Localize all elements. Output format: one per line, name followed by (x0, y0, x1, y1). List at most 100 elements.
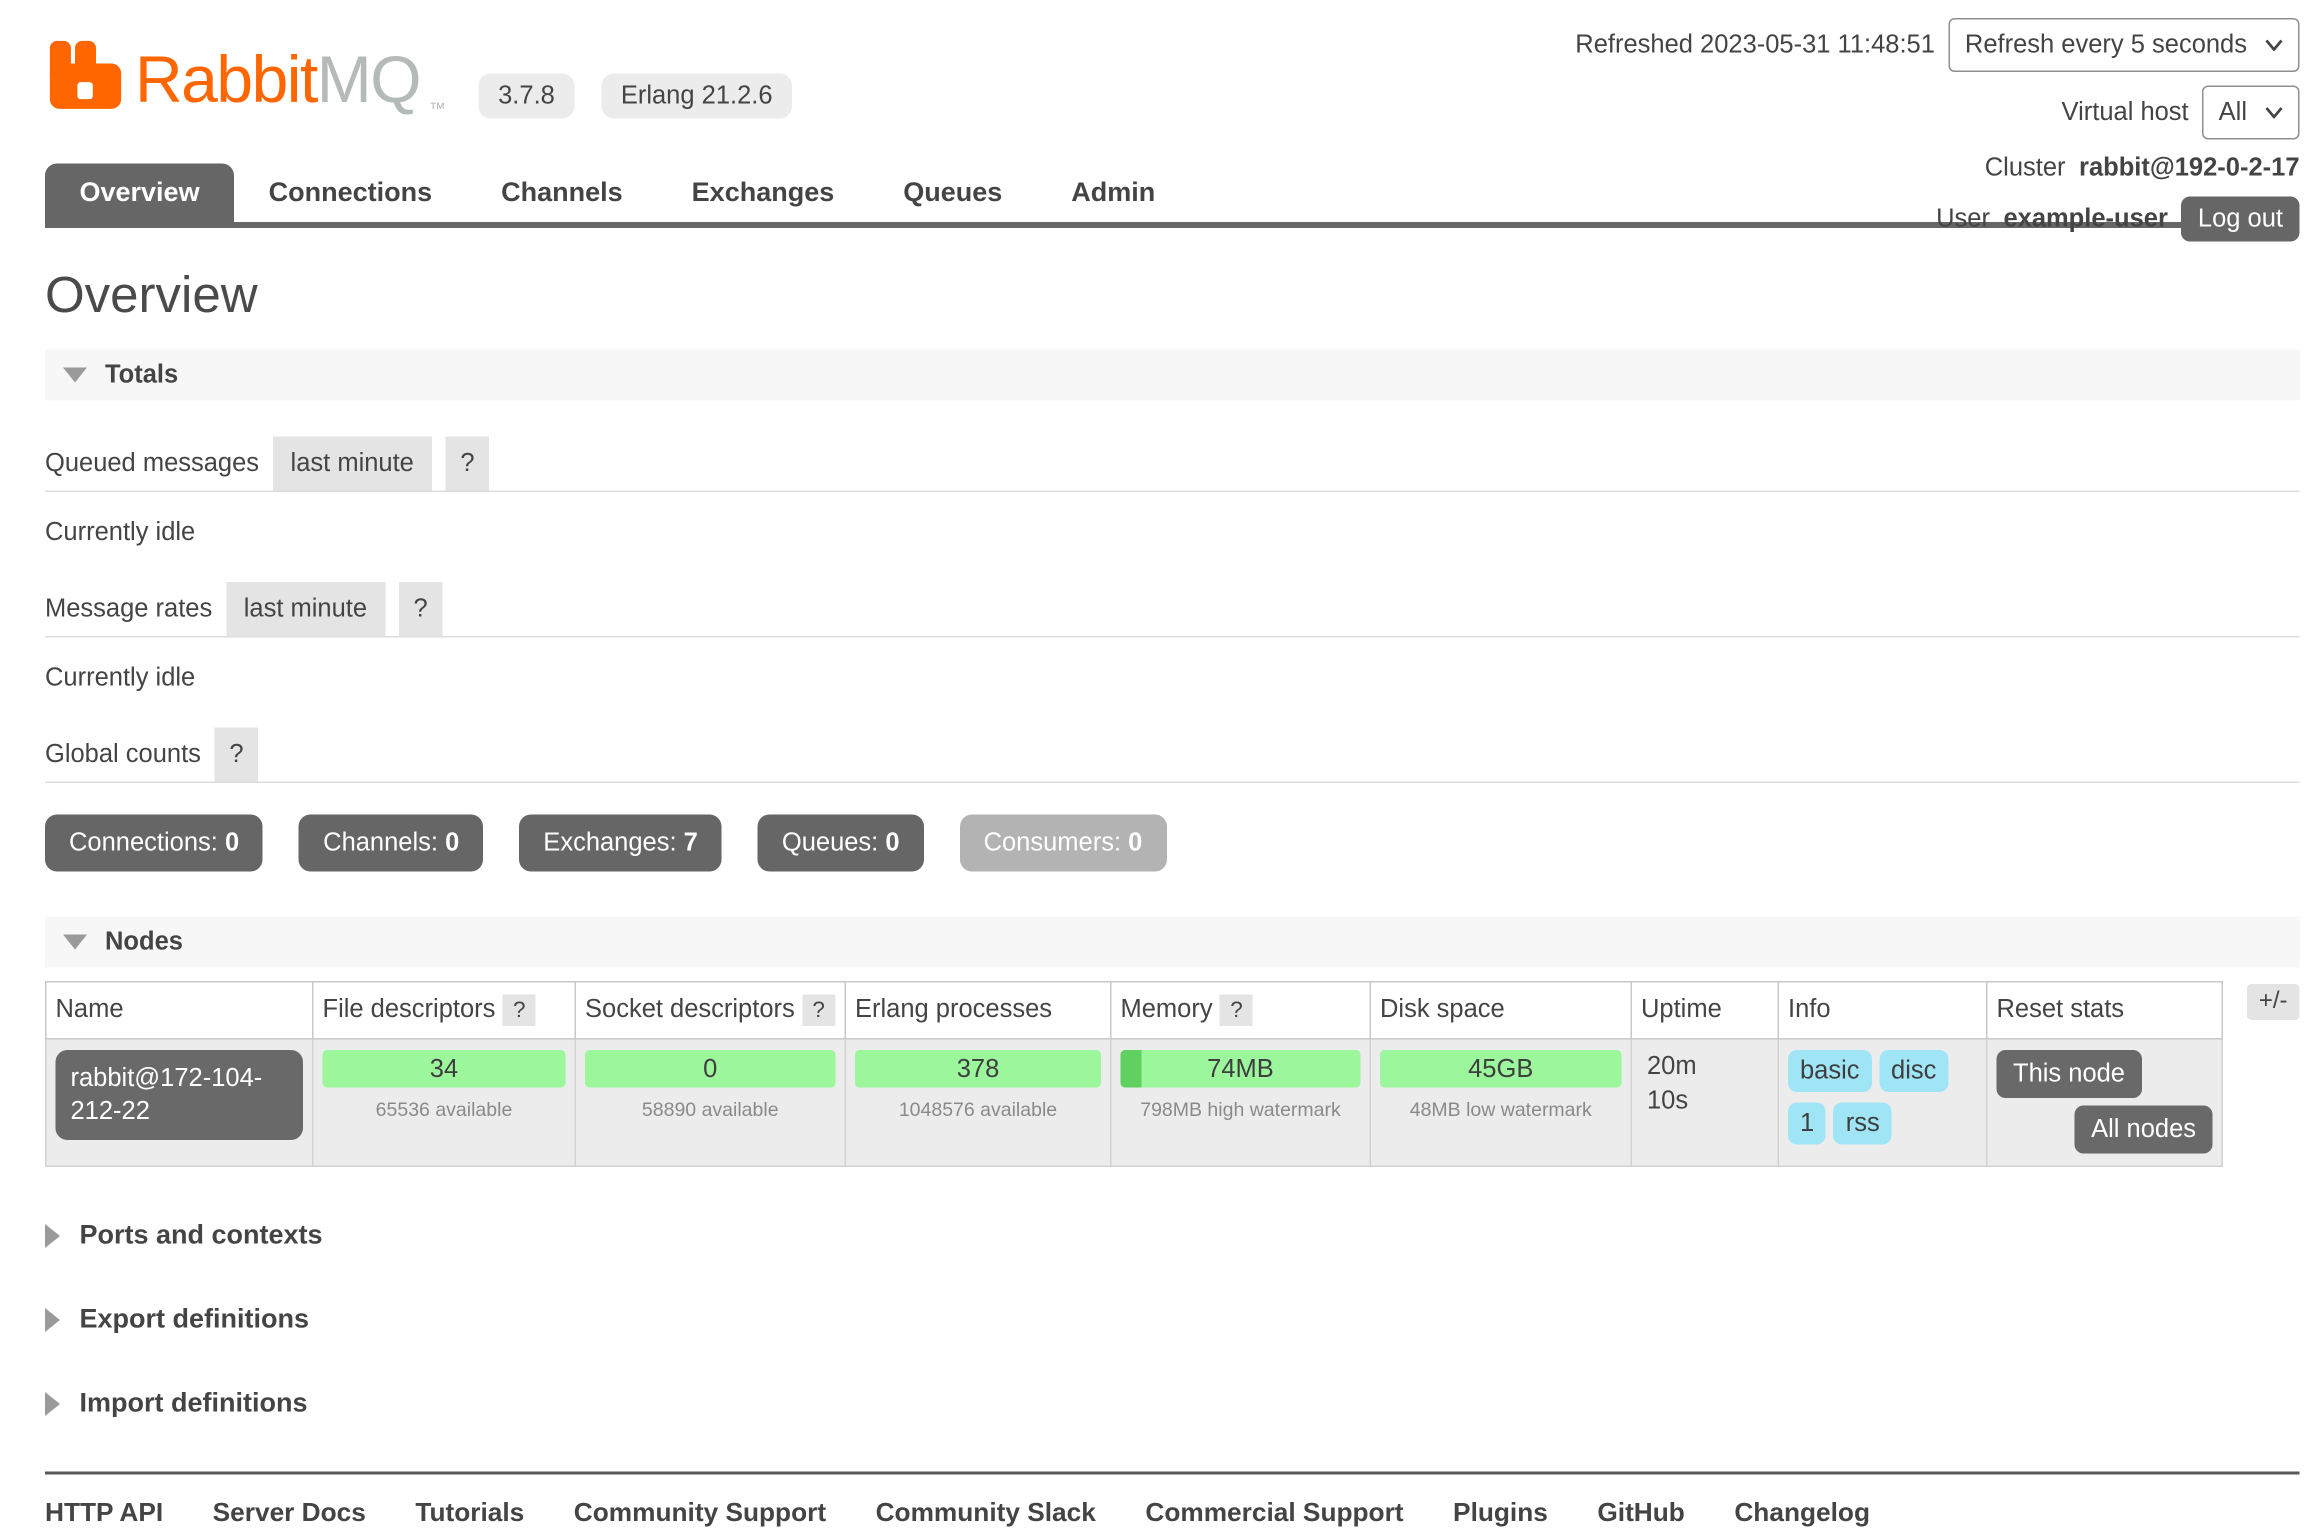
chevron-down-icon (2265, 39, 2283, 51)
disk-space-cell: 45GB 48MB low watermark (1370, 1039, 1631, 1167)
exchanges-count-badge: Exchanges: 7 (519, 815, 722, 872)
refresh-interval-select[interactable]: Refresh every 5 seconds (1948, 18, 2299, 72)
cluster-row: Cluster rabbit@192-0-2-17 (1985, 153, 2300, 183)
disk-space-detail: 48MB low watermark (1380, 1098, 1622, 1121)
file-descriptors-cell: 34 65536 available (313, 1039, 576, 1167)
col-memory: Memory ? (1111, 982, 1371, 1039)
uptime-cell: 20m10s (1631, 1039, 1778, 1167)
help-button[interactable]: ? (503, 995, 537, 1027)
col-reset-stats: Reset stats (1987, 982, 2223, 1039)
footer-link-tutorials[interactable]: Tutorials (415, 1497, 524, 1529)
tab-connections[interactable]: Connections (234, 164, 467, 223)
reset-this-node-button[interactable]: This node (1997, 1050, 2142, 1098)
queued-messages-window-tab[interactable]: last minute (273, 437, 432, 491)
help-button[interactable]: ? (399, 582, 443, 636)
info-badge-rss[interactable]: rss (1834, 1103, 1892, 1145)
rabbitmq-logo-icon (45, 36, 126, 125)
reset-all-nodes-button[interactable]: All nodes (2075, 1106, 2213, 1154)
rabbitmq-version-badge: 3.7.8 (479, 74, 575, 119)
triangle-down-icon (63, 935, 87, 950)
col-socket-descriptors: Socket descriptors ? (575, 982, 845, 1039)
memory-bar: 74MB (1121, 1050, 1361, 1088)
footer-link-plugins[interactable]: Plugins (1453, 1497, 1548, 1529)
footer-link-server-docs[interactable]: Server Docs (213, 1497, 366, 1529)
cluster-label: Cluster (1985, 153, 2066, 183)
help-button[interactable]: ? (802, 995, 836, 1027)
user-label: User (1936, 204, 1990, 234)
help-button[interactable]: ? (445, 437, 489, 491)
header-status-panel: Refreshed 2023-05-31 11:48:51 Refresh ev… (1575, 18, 2299, 242)
cluster-name: rabbit@192-0-2-17 (2079, 153, 2299, 183)
col-uptime: Uptime (1631, 982, 1778, 1039)
col-erlang-processes: Erlang processes (845, 982, 1111, 1039)
message-rates-label: Message rates (45, 582, 212, 636)
col-file-descriptors: File descriptors ? (313, 982, 576, 1039)
footer-link-github[interactable]: GitHub (1597, 1497, 1684, 1529)
import-definitions-section[interactable]: Import definitions (45, 1388, 2300, 1420)
memory-used-fill (1121, 1050, 1143, 1088)
virtual-host-select[interactable]: All (2202, 86, 2299, 140)
export-definitions-section[interactable]: Export definitions (45, 1304, 2300, 1336)
tab-exchanges[interactable]: Exchanges (657, 164, 869, 223)
rabbitmq-overview-page: RabbitMQ ™ 3.7.8 Erlang 21.2.6 Refreshed… (0, 0, 2320, 1373)
global-counts-header: Global counts ? (45, 728, 2300, 784)
file-descriptors-bar: 34 (323, 1050, 566, 1088)
node-row: rabbit@172-104-212-22 34 65536 available… (46, 1039, 2223, 1167)
col-info: Info (1778, 982, 1987, 1039)
triangle-right-icon (45, 1391, 60, 1415)
virtual-host-row: Virtual host All (2062, 86, 2300, 140)
column-toggle-button[interactable]: +/- (2247, 984, 2300, 1020)
reset-stats-cell: This node All nodes (1987, 1039, 2223, 1167)
queues-count-badge: Queues: 0 (758, 815, 924, 872)
footer-link-community-support[interactable]: Community Support (574, 1497, 826, 1529)
help-button[interactable]: ? (1220, 995, 1254, 1027)
user-row: User example-user Log out (1936, 197, 2299, 242)
message-rates-header: Message rates last minute ? (45, 582, 2300, 638)
page-header: RabbitMQ ™ 3.7.8 Erlang 21.2.6 Refreshed… (0, 0, 2320, 125)
info-badge-1[interactable]: 1 (1788, 1103, 1826, 1145)
footer-link-changelog[interactable]: Changelog (1734, 1497, 1870, 1529)
nodes-table: Name File descriptors ? Socket descripto… (45, 981, 2223, 1167)
info-cell: basicdisc 1rss (1778, 1039, 1987, 1167)
tab-overview[interactable]: Overview (45, 164, 234, 223)
erlang-processes-cell: 378 1048576 available (845, 1039, 1111, 1167)
tab-channels[interactable]: Channels (467, 164, 658, 223)
footer-link-community-slack[interactable]: Community Slack (876, 1497, 1096, 1529)
refresh-row: Refreshed 2023-05-31 11:48:51 Refresh ev… (1575, 18, 2299, 72)
info-badge-disc[interactable]: disc (1879, 1050, 1948, 1092)
col-name: Name (46, 982, 313, 1039)
queued-messages-status: Currently idle (45, 518, 2300, 548)
refreshed-timestamp: Refreshed 2023-05-31 11:48:51 (1575, 30, 1935, 60)
footer-link-http-api[interactable]: HTTP API (45, 1497, 163, 1529)
tab-queues[interactable]: Queues (869, 164, 1037, 223)
connections-count-badge: Connections: 0 (45, 815, 263, 872)
rabbitmq-logo[interactable]: RabbitMQ ™ (45, 36, 446, 125)
queued-messages-header: Queued messages last minute ? (45, 437, 2300, 493)
help-button[interactable]: ? (214, 728, 258, 782)
channels-count-badge: Channels: 0 (299, 815, 483, 872)
chevron-down-icon (2265, 107, 2283, 119)
logo-wordmark: RabbitMQ (135, 47, 420, 113)
queued-messages-label: Queued messages (45, 437, 259, 491)
ports-and-contexts-section[interactable]: Ports and contexts (45, 1220, 2300, 1252)
uptime-value: 20m10s (1647, 1050, 1769, 1119)
erlang-version-badge: Erlang 21.2.6 (601, 74, 792, 119)
message-rates-window-tab[interactable]: last minute (226, 582, 385, 636)
tab-admin[interactable]: Admin (1037, 164, 1190, 223)
global-counts-label: Global counts (45, 728, 201, 782)
logout-button[interactable]: Log out (2181, 197, 2299, 242)
node-name-link[interactable]: rabbit@172-104-212-22 (56, 1050, 304, 1140)
col-disk-space: Disk space (1370, 982, 1631, 1039)
socket-descriptors-detail: 58890 available (585, 1098, 836, 1121)
socket-descriptors-bar: 0 (585, 1050, 836, 1088)
version-badges: 3.7.8 Erlang 21.2.6 (479, 74, 792, 119)
totals-section-header[interactable]: Totals (45, 350, 2300, 401)
nodes-table-zone: Name File descriptors ? Socket descripto… (45, 981, 2300, 1167)
footer-link-commercial-support[interactable]: Commercial Support (1145, 1497, 1403, 1529)
file-descriptors-detail: 65536 available (323, 1098, 566, 1121)
global-counts-badges: Connections: 0 Channels: 0 Exchanges: 7 … (45, 815, 2300, 872)
info-badge-basic[interactable]: basic (1788, 1050, 1872, 1092)
page-title: Overview (45, 267, 2300, 326)
nodes-section-header[interactable]: Nodes (45, 917, 2300, 968)
nodes-table-header-row: Name File descriptors ? Socket descripto… (46, 982, 2223, 1039)
